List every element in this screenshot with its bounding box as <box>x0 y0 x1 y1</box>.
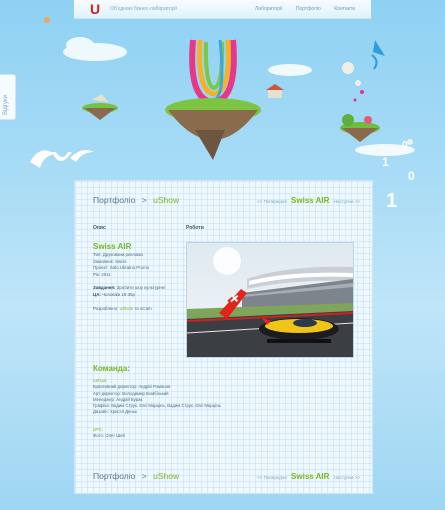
breadcrumb-bottom: Портфоліо > uShow <box>93 471 179 481</box>
team-member: Фото: Олег Шеб <box>93 433 125 439</box>
task-text: Зробити шоу культурне! <box>116 285 166 290</box>
project-task: Завдання: Зробити шоу культурне! ЦА: Чол… <box>93 285 166 298</box>
breadcrumb-parent[interactable]: Портфоліо <box>93 471 135 481</box>
portfolio-panel: Портфоліо > uShow << Попередня Swiss AIR… <box>74 180 373 494</box>
ca-label: ЦА: <box>93 291 101 297</box>
developed-prefix: Розроблено: <box>93 306 119 311</box>
project-pager-bottom: << Попередня Swiss AIR Наступна >> <box>257 472 360 481</box>
svg-text:1: 1 <box>386 190 397 212</box>
race-track-illustration <box>187 243 353 357</box>
breadcrumb-parent[interactable]: Портфоліо <box>93 195 135 205</box>
breadcrumb-separator: > <box>141 471 147 481</box>
prev-link[interactable]: << Попередня <box>257 475 287 480</box>
ca-text: Чоловіки 18-35р <box>102 291 135 297</box>
team-list-ushow: uShow: Креативний директор: Андрій Роман… <box>93 378 221 416</box>
detail-type: Тип: Друкована реклама <box>93 252 143 257</box>
next-link[interactable]: Наступна >> <box>334 199 360 204</box>
developed-link[interactable]: uShow <box>120 306 133 311</box>
svg-text:0: 0 <box>408 169 415 180</box>
column-work-heading: Роботи <box>186 225 204 231</box>
task-label: Завдання: <box>93 285 116 290</box>
project-image[interactable] <box>186 242 354 358</box>
hero-illustration: 1 0 0 <box>30 17 415 180</box>
left-island-icon <box>82 94 118 120</box>
breadcrumb-separator: > <box>141 195 147 205</box>
developed-by: Розроблено: uShow та uCam <box>93 306 152 313</box>
project-pager: << Попередня Swiss AIR Наступна >> <box>257 196 360 205</box>
pager-project: Swiss AIR <box>291 472 330 481</box>
team-member: Дизайн: Христя Деньк <box>93 409 137 415</box>
column-description-heading: Опис <box>93 225 106 231</box>
winged-u-icon <box>30 150 94 168</box>
pager-project: Swiss AIR <box>291 196 330 205</box>
developed-suffix: та uCam <box>134 306 152 311</box>
detail-project: Проект: Salo Ukraina Promo <box>93 265 150 270</box>
project-details: Тип: Друкована реклама Замовник: Swiss П… <box>93 252 149 278</box>
breadcrumb-current: uShow <box>153 195 180 205</box>
central-u-sculpture-icon <box>165 39 261 160</box>
team-list-upg: uPG: Фото: Олег Шеб <box>93 427 125 440</box>
prev-link[interactable]: << Попередня <box>257 199 287 204</box>
project-title: Swiss AIR <box>93 242 132 251</box>
breadcrumb: Портфоліо > uShow <box>93 195 179 205</box>
svg-text:1: 1 <box>382 155 389 169</box>
svg-text:0: 0 <box>402 140 408 151</box>
decor-digit-icon: 1 <box>386 190 397 212</box>
team-title: Команда: <box>93 364 130 373</box>
detail-year: Рік: 2011 <box>93 271 111 277</box>
next-link[interactable]: Наступна >> <box>334 475 360 480</box>
breadcrumb-current: uShow <box>153 471 180 481</box>
